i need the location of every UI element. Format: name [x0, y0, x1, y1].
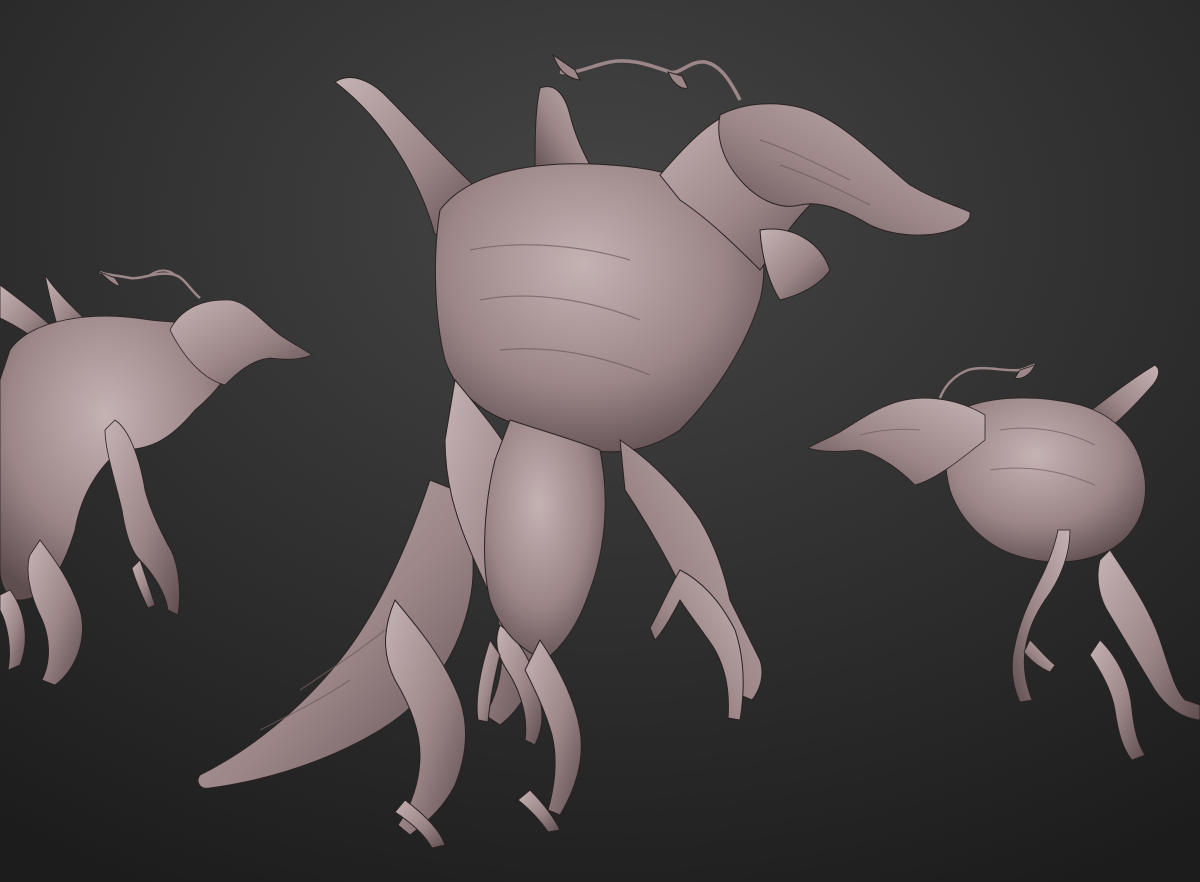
sculpt-render: [0, 0, 1200, 882]
sculpt-viewport: [0, 0, 1200, 882]
